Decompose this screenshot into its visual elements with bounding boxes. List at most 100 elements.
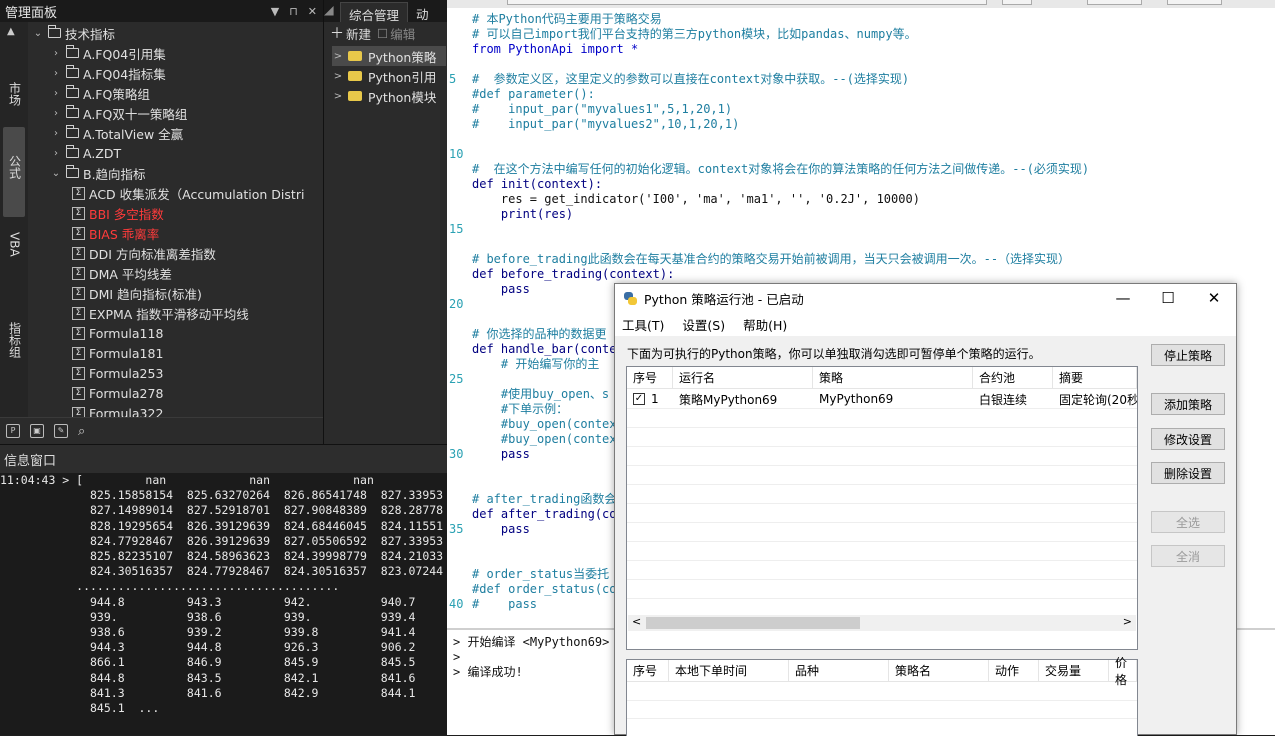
expand-icon[interactable]: › <box>50 68 62 79</box>
tree-formula-node[interactable]: Σ DDI 方向标准离差指数 <box>68 243 216 263</box>
stop-strategy-button[interactable]: 停止策略 <box>1151 344 1225 366</box>
expand-icon[interactable]: › <box>50 148 62 159</box>
tree-formula-node[interactable]: Σ DMA 平均线差 <box>68 263 172 283</box>
table-cell-pool[interactable]: 白银连续 <box>973 390 1053 408</box>
tree-folder-node[interactable]: ⌄ 技术指标 <box>32 23 115 43</box>
tree-formula-node[interactable]: Σ Formula181 <box>68 343 163 363</box>
tree-folder-node[interactable]: › A.FQ04引用集 <box>50 43 166 63</box>
col-header-strategy[interactable]: 策略 <box>813 367 973 389</box>
add-strategy-button[interactable]: 添加策略 <box>1151 393 1225 415</box>
tree-formula-node[interactable]: Σ Formula278 <box>68 383 163 403</box>
scroll-up-icon[interactable]: ▲ <box>7 26 15 37</box>
col-header-variety[interactable]: 品种 <box>789 660 889 682</box>
tree-formula-node[interactable]: Σ Formula118 <box>68 323 163 343</box>
python-strategy-node[interactable]: > Python策略 <box>332 46 446 66</box>
tree-formula-node[interactable]: Σ Formula322 <box>68 403 163 417</box>
code-line: def init(context): <box>472 177 603 191</box>
deselect-all-button[interactable]: 全消 <box>1151 545 1225 567</box>
new-button[interactable]: ＋新建 <box>330 23 371 43</box>
expand-icon[interactable]: › <box>50 108 62 119</box>
col-header-order-time[interactable]: 本地下单时间 <box>669 660 789 682</box>
tab-vba[interactable]: VBA <box>3 232 25 292</box>
tree-folder-node[interactable]: › A.ZDT <box>50 143 121 163</box>
table-cell-strategy[interactable]: MyPython69 <box>813 390 973 408</box>
table-cell-summary[interactable]: 固定轮询(20秒 <box>1053 390 1137 408</box>
tab-indicator-group[interactable]: 指标组 <box>3 322 25 382</box>
tab-market[interactable]: 市场 <box>3 82 25 122</box>
tree-folder-node[interactable]: ⌄ B.趋向指标 <box>50 163 146 183</box>
formula-icon: Σ <box>72 366 85 380</box>
horizontal-scrollbar[interactable]: < > <box>628 615 1136 631</box>
dropdown-icon[interactable]: ▼ <box>271 5 279 18</box>
close-icon[interactable]: ✕ <box>308 5 317 18</box>
collapse-icon[interactable]: ⌄ <box>50 168 62 179</box>
import-icon[interactable]: ▣ <box>30 424 44 438</box>
output-line: 827.14989014 827.52918701 827.90848389 8… <box>0 503 444 518</box>
formula-icon: Σ <box>72 246 85 260</box>
tab-formula[interactable]: 公式 <box>3 127 25 217</box>
col-header-no[interactable]: 序号 <box>627 367 673 389</box>
tab-more[interactable]: 动 <box>408 2 437 22</box>
col-header-price[interactable]: 价格 <box>1109 656 1137 687</box>
collapse-icon[interactable]: ⌄ <box>32 28 44 39</box>
menu-settings[interactable]: 设置(S) <box>682 315 725 334</box>
tree-formula-node[interactable]: Σ DMI 趋向指标(标准) <box>68 283 202 303</box>
table-row-no[interactable]: ✓ 1 <box>627 390 673 408</box>
scroll-thumb[interactable] <box>646 617 860 629</box>
close-button[interactable]: ✕ <box>1191 284 1237 312</box>
modify-settings-button[interactable]: 修改设置 <box>1151 428 1225 450</box>
expand-icon[interactable]: › <box>50 48 62 59</box>
dialog-title: Python 策略运行池 - 已启动 <box>644 291 804 307</box>
pin-icon[interactable]: ⊓ <box>289 5 298 18</box>
tree-folder-node[interactable]: › A.FQ04指标集 <box>50 63 166 83</box>
col-header-summary[interactable]: 摘要 <box>1053 367 1137 389</box>
tree-formula-node[interactable]: Σ BBI 多空指数 <box>68 203 164 223</box>
output-line: 825.15858154 825.63270264 826.86541748 8… <box>0 488 444 503</box>
col-header-run-name[interactable]: 运行名 <box>673 367 813 389</box>
delete-settings-button[interactable]: 删除设置 <box>1151 462 1225 484</box>
tree-folder-node[interactable]: › A.TotalView 全赢 <box>50 123 183 143</box>
python-module-node[interactable]: > Python模块 <box>332 86 446 106</box>
top-button[interactable] <box>1002 0 1032 5</box>
line-number: 30 <box>449 447 464 461</box>
output-line: 11:04:43 > [ nan nan nan <box>0 473 374 487</box>
tree-formula-node[interactable]: Σ ACD 收集派发（Accumulation Distri <box>68 183 304 203</box>
code-line: # 参数定义区，这里定义的参数可以直接在context对象中获取。--(选择实现… <box>472 72 910 86</box>
tree-folder-node[interactable]: › A.FQ双十一策略组 <box>50 103 187 123</box>
col-header-volume[interactable]: 交易量 <box>1039 660 1109 682</box>
info-output: 11:04:43 > [ nan nan nan 825.15858154 82… <box>0 473 447 716</box>
formula-icon: Σ <box>72 206 85 220</box>
scroll-right-icon[interactable]: > <box>1123 615 1132 628</box>
tree-node-label: A.FQ04引用集 <box>83 46 166 62</box>
tree-formula-node[interactable]: Σ EXPMA 指数平滑移动平均线 <box>68 303 249 323</box>
menu-tools[interactable]: 工具(T) <box>622 315 664 334</box>
tree-formula-node[interactable]: Σ Formula253 <box>68 363 163 383</box>
search-icon[interactable]: ⌕ <box>78 424 85 439</box>
top-button[interactable] <box>1167 0 1222 5</box>
expand-icon[interactable]: › <box>50 88 62 99</box>
col-header-pool[interactable]: 合约池 <box>973 367 1053 389</box>
row-checkbox[interactable]: ✓ <box>633 393 645 405</box>
minimize-button[interactable]: — <box>1100 284 1146 312</box>
col-header-action[interactable]: 动作 <box>989 660 1039 682</box>
col-header-strategy-name[interactable]: 策略名 <box>889 660 989 682</box>
formula-icon[interactable]: P <box>6 424 20 438</box>
scroll-left-icon[interactable]: < <box>632 615 641 628</box>
maximize-button[interactable]: ☐ <box>1145 284 1191 312</box>
dialog-description: 下面为可执行的Python策略，你可以单独取消勾选即可暂停单个策略的运行。 <box>627 347 1041 361</box>
select-all-button[interactable]: 全选 <box>1151 511 1225 533</box>
tree-formula-node[interactable]: Σ BIAS 乖离率 <box>68 223 159 243</box>
expand-icon[interactable]: › <box>50 128 62 139</box>
edit-button[interactable]: ☐ 编辑 <box>377 24 415 43</box>
edit-icon[interactable]: ✎ <box>54 424 68 438</box>
tab-general-management[interactable]: 综合管理 <box>340 2 409 23</box>
top-button[interactable] <box>1087 0 1142 5</box>
col-header-no[interactable]: 序号 <box>627 660 669 682</box>
menu-help[interactable]: 帮助(H) <box>743 315 787 334</box>
python-reference-node[interactable]: > Python引用 <box>332 66 446 86</box>
python-folder-icon <box>348 71 362 81</box>
tree-folder-node[interactable]: › A.FQ策略组 <box>50 83 150 103</box>
table-cell-run-name[interactable]: 策略MyPython69 <box>673 390 813 408</box>
tree-node-label: Formula181 <box>89 345 164 361</box>
